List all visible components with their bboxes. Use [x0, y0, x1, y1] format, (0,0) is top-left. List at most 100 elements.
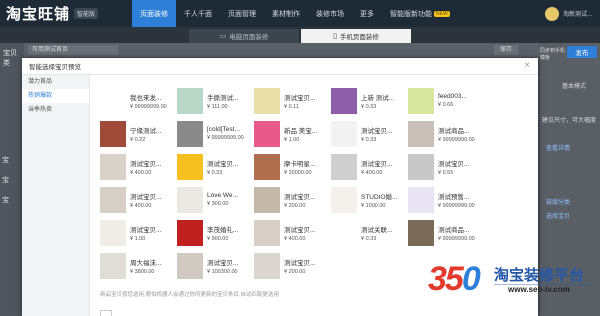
tab-mobile-label: 手机页面装修	[339, 34, 379, 41]
save-button[interactable]: 保存	[494, 45, 518, 55]
product-name: 测试宝贝...	[361, 127, 393, 135]
publish-button[interactable]: 发布	[567, 46, 597, 58]
product-card[interactable]: 测试宝贝... ¥ 400.00	[331, 150, 408, 183]
nav-asset-creation[interactable]: 素材制作	[264, 0, 308, 27]
nav-page-decoration[interactable]: 页面装修	[132, 0, 177, 27]
product-price: ¥ 0.22	[130, 136, 146, 143]
product-name: 测试宝贝...	[284, 94, 316, 102]
product-row: 测试宝贝... ¥ 400.00 Love We... ¥ 300.00 测试宝贝...…	[100, 183, 530, 216]
product-card[interactable]: 摩卡明星... ¥ 20000.00	[254, 150, 331, 183]
product-card[interactable]: 测试宝贝... ¥ 0.11	[254, 84, 331, 117]
product-card[interactable]: 宁缘测试... ¥ 0.22	[100, 117, 177, 150]
product-card[interactable]: 测试宝贝... ¥ 0.33	[331, 117, 408, 150]
product-thumbnail	[331, 153, 357, 180]
product-price: ¥ 99999999.00	[207, 135, 244, 141]
select-item-link[interactable]: 选择宝贝	[546, 211, 570, 220]
link-category-link[interactable]: 链接分类	[546, 197, 570, 206]
product-card[interactable]: 测试商品... ¥ 99999999.00	[408, 216, 485, 249]
dialog-title: 智能选择宝贝预览	[22, 58, 538, 75]
left-panel-title: 宝贝类	[3, 50, 17, 67]
page-select[interactable]: 可用测试首页	[28, 45, 118, 55]
product-card[interactable]: 测试预售... ¥ 99999999.00	[408, 183, 485, 216]
product-card[interactable]: 周大福沫... ¥ 3800.00	[100, 249, 177, 282]
app-logo[interactable]: 淘宝旺铺	[6, 3, 70, 24]
nav-new-features[interactable]: 智能版新功能 NEW	[382, 0, 458, 27]
nav-more[interactable]: 更多	[352, 0, 382, 27]
sidebar-item-hot-sale[interactable]: 热销爆款	[22, 89, 89, 103]
close-icon[interactable]: ×	[524, 61, 530, 71]
nav-page-management[interactable]: 页面管理	[220, 0, 264, 27]
product-card[interactable]: 测试宝贝... ¥ 200.00	[254, 249, 331, 282]
product-card[interactable]: 测试宝贝... ¥ 200.00	[254, 183, 331, 216]
product-card[interactable]: 测试宝贝... ¥ 1.00	[100, 216, 177, 249]
product-thumbnail	[177, 186, 203, 213]
sidebar-item-potential[interactable]: 潜力首品	[22, 75, 89, 89]
product-price: ¥ 99999999.00	[438, 202, 475, 209]
sidebar-item-seasonal[interactable]: 当季热卖	[22, 103, 89, 117]
product-card[interactable]: 测试宝贝... ¥ 0.33	[177, 150, 254, 183]
product-price: ¥ 1000.00	[361, 202, 386, 209]
product-info: [cold]Test... ¥ 99999999.00	[207, 126, 244, 141]
product-info: 宁缘测试... ¥ 0.22	[130, 125, 161, 143]
product-name: 测试宝贝...	[207, 259, 239, 267]
product-price: ¥ 200.00	[284, 202, 306, 209]
nav-new-features-label: 智能版新功能	[390, 10, 433, 18]
right-tab-label[interactable]: 基本模式	[562, 81, 586, 90]
product-card[interactable]: [cold]Test... ¥ 99999999.00	[177, 117, 254, 150]
product-card[interactable]: 测试宝贝... ¥ 0.55	[408, 150, 485, 183]
product-price: ¥ 0.33	[207, 169, 223, 176]
product-thumbnail	[408, 219, 434, 246]
product-row: 测试宝贝... ¥ 400.00 测试宝贝... ¥ 0.33 摩卡明星... ¥ 200…	[100, 150, 530, 183]
product-card[interactable]: 测试宝贝... ¥ 400.00	[100, 183, 177, 216]
avatar	[544, 6, 559, 21]
product-name: 宁缘测试...	[130, 127, 162, 135]
product-card[interactable]: 手撕测试... ¥ 111.00	[177, 84, 254, 117]
product-price: ¥ 300.00	[207, 201, 229, 207]
product-thumbnail	[254, 87, 280, 114]
view-details-link[interactable]: 查看详情	[546, 143, 570, 152]
product-thumbnail	[408, 153, 434, 180]
product-card[interactable]: 上新 测试... ¥ 0.33	[331, 84, 408, 117]
product-card[interactable]: 测试关联... ¥ 0.33	[331, 216, 408, 249]
product-card[interactable]: STUDIO婚... ¥ 1000.00	[331, 183, 408, 216]
product-name: 测试宝贝...	[130, 160, 162, 168]
edition-badge: 智能版	[74, 8, 99, 19]
product-card[interactable]: 李茂婚礼... ¥ 900.00	[177, 216, 254, 249]
product-info: 我也来发... ¥ 99999999.00	[130, 92, 167, 110]
product-card[interactable]: 测试宝贝... ¥ 100300.00	[177, 249, 254, 282]
product-thumbnail	[100, 153, 126, 180]
product-card[interactable]: 新品 美宝... ¥ 1.00	[254, 117, 331, 150]
product-info: feed003... ¥ 0.66	[438, 93, 467, 108]
left-side-label: 宝	[2, 157, 9, 164]
product-price: ¥ 99999999.00	[438, 235, 475, 242]
product-name: 测试商品...	[438, 226, 470, 234]
sync-mobile-button[interactable]: 同步到手机模板	[540, 47, 568, 61]
product-price: ¥ 3800.00	[130, 268, 155, 275]
nav-decoration-market[interactable]: 装修市场	[308, 0, 352, 27]
product-thumbnail	[177, 120, 203, 147]
product-thumbnail	[254, 186, 280, 213]
product-card[interactable]: 测试宝贝... ¥ 400.00	[100, 150, 177, 183]
product-price: ¥ 0.33	[361, 103, 377, 110]
product-info: 新品 美宝... ¥ 1.00	[284, 125, 317, 143]
product-thumbnail	[177, 219, 203, 246]
product-card[interactable]: Love We... ¥ 300.00	[177, 183, 254, 216]
product-grid: 我也来发... ¥ 99999999.00 手撕测试... ¥ 111.00 测试宝贝.…	[100, 84, 530, 282]
product-card[interactable]: 测试商品... ¥ 99999999.00	[408, 117, 485, 150]
user-menu[interactable]: 淘新测试...	[544, 6, 592, 21]
product-price: ¥ 111.00	[207, 103, 228, 110]
product-card[interactable]: 测试宝贝... ¥ 400.00	[254, 216, 331, 249]
product-price: ¥ 200.00	[284, 268, 306, 275]
monitor-icon: ▭	[219, 33, 227, 40]
tab-mobile-decoration[interactable]: ▯ 手机页面装修	[301, 29, 411, 43]
product-price: ¥ 1.00	[130, 235, 146, 242]
product-thumbnail	[177, 153, 203, 180]
pagination-box[interactable]	[100, 310, 112, 316]
product-info: 手撕测试... ¥ 111.00	[207, 92, 238, 110]
product-price: ¥ 400.00	[361, 169, 383, 176]
product-card[interactable]: 我也来发... ¥ 99999999.00	[100, 84, 177, 117]
product-card[interactable]: feed003... ¥ 0.66	[408, 84, 485, 117]
tab-pc-decoration[interactable]: ▭ 电脑页面装修	[189, 29, 299, 43]
mode-tab-bar: ▭ 电脑页面装修 ▯ 手机页面装修	[0, 27, 600, 43]
nav-personalization[interactable]: 千人千面	[176, 0, 220, 27]
